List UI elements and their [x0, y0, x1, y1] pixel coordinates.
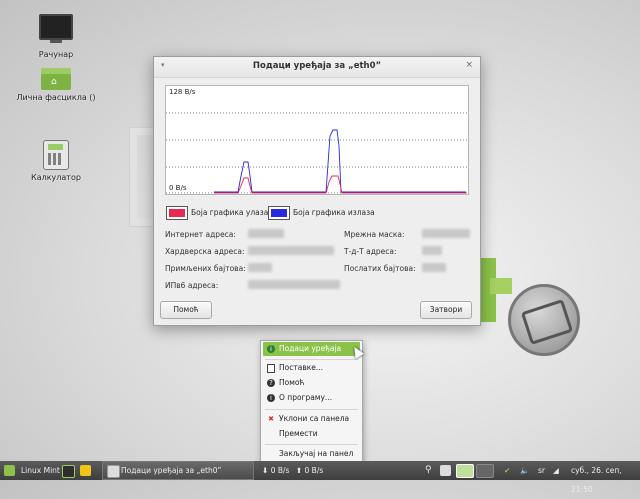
menu-button[interactable]: Linux Mint	[3, 461, 60, 480]
hw-address-value	[248, 246, 334, 255]
netmask-label: Мрежна маска:	[344, 230, 405, 239]
graph-top-label: 128 B/s	[169, 88, 196, 96]
rx-bytes-label: Примљених бајтова:	[165, 264, 246, 273]
menu-item-about[interactable]: i О програму...	[263, 391, 360, 405]
help-icon: ?	[267, 379, 275, 387]
workspace-2[interactable]	[476, 464, 494, 478]
applet-context-menu: i Подаци уређаја Поставке... ? Помоћ i О…	[260, 340, 363, 464]
home-folder-icon: ⌂	[41, 68, 71, 90]
show-desktop-icon[interactable]	[62, 465, 75, 478]
desktop-icon-label: Рачунар	[38, 50, 74, 59]
window-title: Подаци уређаја за „eth0”	[252, 61, 382, 71]
in-color-label: Боја графика улаза	[191, 208, 269, 217]
in-color-button[interactable]	[166, 206, 188, 220]
preferences-icon	[267, 364, 275, 373]
close-button[interactable]: Затвори	[420, 301, 472, 319]
desktop-icon-label: Калкулатор	[31, 173, 81, 182]
ipv6-address-value	[248, 280, 340, 289]
ipv6-address-label: ИПв6 адреса:	[165, 281, 219, 290]
network-icon[interactable]: ◢	[553, 461, 559, 480]
menu-item-label: Помоћ	[279, 378, 305, 387]
workspace-1[interactable]	[456, 464, 474, 478]
tx-bytes-label: Послатих бајтова:	[344, 264, 416, 273]
out-color-label: Боја графика излаза	[293, 208, 375, 217]
info-icon: i	[267, 345, 275, 353]
menu-item-label: Закључај на панел	[279, 449, 354, 458]
tx-bytes-value	[422, 263, 446, 272]
menu-item-label: Подаци уређаја	[279, 344, 342, 353]
ip-address-label: Интернет адреса:	[165, 230, 236, 239]
help-button[interactable]: Помоћ	[160, 301, 212, 319]
update-shield-icon[interactable]: ✔	[504, 461, 510, 480]
wallpaper-mint-logo	[508, 284, 580, 356]
desktop-icon-calculator[interactable]: Калкулатор	[16, 140, 96, 182]
taskbar-window-label: Подаци уређаја за „eth0”	[121, 466, 222, 475]
netmask-value	[422, 229, 470, 238]
clock[interactable]: суб., 26. сеп, 21:50	[571, 461, 640, 494]
network-applet[interactable]: ⬇ 0 B/s ⬆ 0 B/s	[262, 461, 323, 480]
arrow-down-icon: ⬇	[262, 466, 269, 475]
device-info-dialog: ▾ Подаци уређаја за „eth0” × 128 B/s 0 B…	[153, 56, 481, 326]
arrow-up-icon: ⬆	[295, 466, 303, 475]
about-icon: i	[267, 394, 275, 402]
volume-icon[interactable]: 🔈	[520, 461, 529, 480]
net-up-value: 0 B/s	[304, 466, 324, 475]
menu-item-preferences[interactable]: Поставке...	[263, 361, 360, 375]
taskbar-window-button[interactable]: Подаци уређаја за „eth0”	[102, 461, 254, 480]
ptp-address-label: Т-д-Т адреса:	[344, 247, 397, 256]
menu-separator	[265, 409, 358, 410]
menu-item-remove[interactable]: ✖ Уклони са панела	[263, 412, 360, 426]
menu-item-help[interactable]: ? Помоћ	[263, 376, 360, 390]
menu-item-device-info[interactable]: i Подаци уређаја	[263, 342, 360, 356]
traffic-graph: 128 B/s 0 B/s	[165, 85, 469, 195]
bottom-panel: Linux Mint Подаци уређаја за „eth0” ⬇ 0 …	[0, 461, 640, 494]
bulb-icon[interactable]: ⚲	[425, 461, 432, 480]
menu-separator	[265, 444, 358, 445]
desktop-icon-home[interactable]: ⌂ Лична фасцикла ()	[16, 68, 96, 102]
net-down-value: 0 B/s	[270, 466, 290, 475]
remove-icon: ✖	[268, 415, 274, 423]
mint-logo-icon	[4, 465, 15, 476]
wallpaper-block	[490, 278, 512, 294]
monitor-icon[interactable]	[440, 465, 451, 476]
graph-bottom-label: 0 B/s	[169, 184, 187, 192]
graph-canvas	[166, 112, 468, 194]
menu-item-label: Уклони са панела	[279, 414, 350, 423]
ip-address-value	[248, 229, 284, 238]
menu-item-label: Премести	[279, 429, 318, 438]
computer-icon	[39, 14, 73, 43]
desktop-icon-computer[interactable]: Рачунар	[16, 14, 96, 59]
out-color-button[interactable]	[268, 206, 290, 220]
rx-bytes-value	[248, 263, 272, 272]
desktop-icon-label: Лична фасцикла ()	[16, 93, 96, 102]
hw-address-label: Хардверска адреса:	[165, 247, 245, 256]
files-launcher-icon[interactable]	[80, 465, 91, 476]
menu-item-move[interactable]: Премести	[263, 427, 360, 441]
window-app-icon	[107, 465, 120, 478]
menu-item-label: О програму...	[279, 393, 333, 402]
close-icon[interactable]: ×	[465, 60, 473, 70]
titlebar[interactable]: ▾ Подаци уређаја за „eth0” ×	[154, 57, 480, 78]
keyboard-layout[interactable]: sr	[538, 461, 545, 480]
menu-separator	[265, 359, 358, 360]
ptp-address-value	[422, 246, 442, 255]
menu-item-lock[interactable]: Закључај на панел	[263, 447, 360, 461]
menu-item-label: Поставке...	[279, 363, 324, 372]
calculator-icon	[43, 140, 69, 170]
menu-button-label: Linux Mint	[21, 466, 60, 475]
